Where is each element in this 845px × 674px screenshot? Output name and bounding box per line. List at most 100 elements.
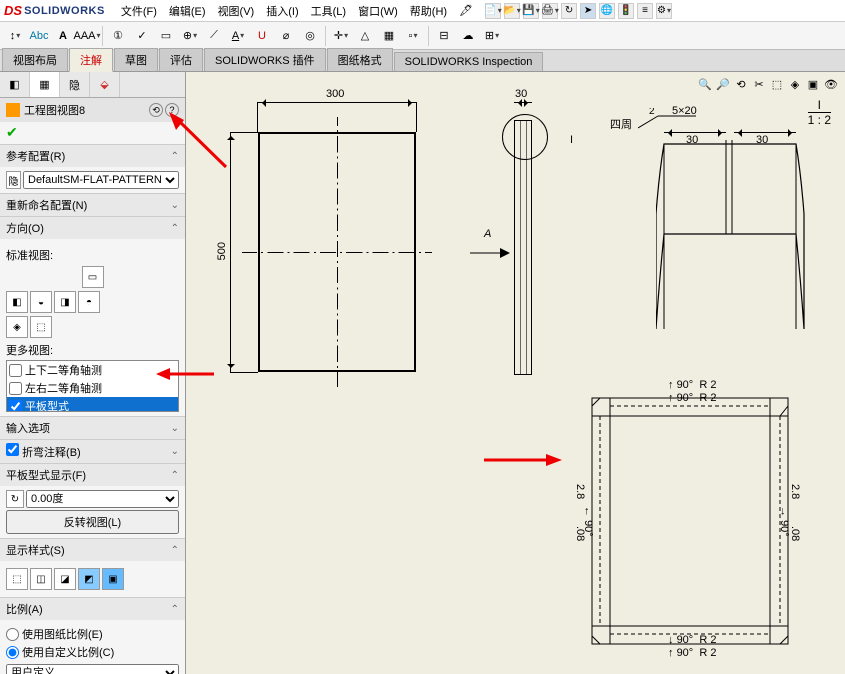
style-shaded-icon[interactable]: ▣ (102, 568, 124, 590)
refresh-icon[interactable]: ↻ (561, 3, 577, 19)
view-right-icon[interactable]: ◨ (54, 291, 76, 313)
prev-view-icon[interactable]: ⟲ (733, 76, 749, 92)
cursor-icon[interactable]: ➤ (580, 3, 596, 19)
angle-select[interactable]: 0.00度 (26, 490, 179, 508)
ok-check-icon[interactable]: ✔ (6, 124, 18, 140)
mv3-checkbox[interactable] (9, 400, 22, 413)
stoplight-icon[interactable]: 🚦 (618, 3, 634, 19)
tab-plugins[interactable]: SOLIDWORKS 插件 (204, 48, 326, 71)
display-style-icon[interactable]: ▣ (805, 76, 821, 92)
rotate-icon[interactable]: ↻ (6, 490, 24, 508)
tab-sheetformat[interactable]: 图纸格式 (327, 48, 393, 71)
auto-balloon-icon[interactable]: ⊕▾ (179, 25, 201, 47)
menu-window[interactable]: 窗口(W) (352, 3, 404, 19)
tab-display-icon[interactable]: ⬙ (90, 72, 120, 97)
tab-inspection[interactable]: SOLIDWORKS Inspection (394, 52, 544, 71)
centerline-icon[interactable]: ⊟ (433, 25, 455, 47)
bend-checkbox[interactable] (6, 443, 19, 456)
tab-config-icon[interactable]: 隐 (60, 72, 90, 97)
detail-view[interactable] (656, 134, 836, 339)
view-dim-icon[interactable]: ⬚ (30, 316, 52, 338)
open-icon[interactable]: 📂▾ (504, 3, 520, 19)
view-bottom-icon[interactable]: ◓ (78, 291, 100, 313)
tab-property-icon[interactable]: ▦ (30, 72, 60, 97)
view-top-icon[interactable]: ◒ (30, 291, 52, 313)
smart-dim-icon[interactable]: ↕▾ (4, 25, 26, 47)
section-rename-config[interactable]: 重新命名配置(N)⌄ (0, 194, 185, 216)
magnet-icon[interactable]: U (251, 25, 273, 47)
3d-view-icon[interactable]: ◈ (787, 76, 803, 92)
datum-target-icon[interactable]: ◎ (299, 25, 321, 47)
balloon-icon[interactable]: ① (107, 25, 129, 47)
revision-icon[interactable]: △ (354, 25, 376, 47)
weld-icon[interactable]: ⟋ (203, 25, 225, 47)
section-bend-notes[interactable]: 折弯注释(B)⌄ (0, 440, 185, 463)
style-wireframe-icon[interactable]: ⬚ (6, 568, 28, 590)
menu-search-icon[interactable]: 🖋 (453, 4, 479, 17)
surface-finish-icon[interactable]: ✓ (131, 25, 153, 47)
view-left-icon[interactable]: ◧ (6, 291, 28, 313)
centermark-icon[interactable]: ✛▾ (330, 25, 352, 47)
section-reference-config[interactable]: 参考配置(R)⌃ (0, 145, 185, 167)
detail-circle[interactable] (502, 114, 548, 160)
section-display-style[interactable]: 显示样式(S)⌃ (0, 539, 185, 561)
view-arrow-a[interactable] (470, 244, 510, 267)
hide-show-icon[interactable]: 👁 (823, 76, 839, 92)
drawing-canvas[interactable]: 🔍 🔎 ⟲ ✂ ⬚ ◈ ▣ 👁 I 1 : 2 300 500 (186, 72, 845, 674)
datum-icon[interactable]: A▾ (227, 25, 249, 47)
spellcheck-icon[interactable]: Abc (28, 25, 50, 47)
view-orient-icon[interactable]: ⬚ (769, 76, 785, 92)
section-input-options[interactable]: 输入选项⌄ (0, 417, 185, 439)
style-hidden-icon[interactable]: ◫ (30, 568, 52, 590)
style-hlr-icon[interactable]: ◪ (54, 568, 76, 590)
scale-preset-select[interactable]: 用户定义 (6, 664, 179, 674)
tab-layout[interactable]: 视图布局 (2, 48, 68, 71)
new-icon[interactable]: 📄▾ (485, 3, 501, 19)
table-icon[interactable]: ⊞▾ (481, 25, 503, 47)
section-view-icon[interactable]: ✂ (751, 76, 767, 92)
annotation-arrow-3 (484, 450, 564, 475)
section-orientation[interactable]: 方向(O)⌃ (0, 217, 185, 239)
scale-sheet-radio[interactable] (6, 628, 19, 641)
scale-custom-radio[interactable] (6, 646, 19, 659)
tab-annotation[interactable]: 注解 (69, 48, 113, 72)
pin-icon[interactable]: ⟲ (149, 103, 163, 117)
hole-callout-icon[interactable]: ⌀ (275, 25, 297, 47)
menu-help[interactable]: 帮助(H) (404, 3, 453, 19)
menu-insert[interactable]: 插入(I) (260, 3, 304, 19)
separator (102, 26, 103, 46)
mv1-checkbox[interactable] (9, 364, 22, 377)
tab-feature-tree-icon[interactable]: ◧ (0, 72, 30, 97)
gtol-icon[interactable]: ▭ (155, 25, 177, 47)
more-views-list[interactable]: 上下二等角轴测 左右二等角轴测 平板型式 (6, 360, 179, 412)
menu-tools[interactable]: 工具(L) (305, 3, 352, 19)
menu-view[interactable]: 视图(V) (212, 3, 261, 19)
mv2-checkbox[interactable] (9, 382, 22, 395)
style-shaded-edges-icon[interactable]: ◩ (78, 568, 100, 590)
revcloud-icon[interactable]: ☁ (457, 25, 479, 47)
reference-config-select[interactable]: DefaultSM-FLAT-PATTERN (23, 171, 179, 189)
section-scale[interactable]: 比例(A)⌃ (0, 598, 185, 620)
view-front-icon[interactable]: ▭ (82, 266, 104, 288)
save-icon[interactable]: 💾▾ (523, 3, 539, 19)
linear-pattern-icon[interactable]: AAA▾ (76, 25, 98, 47)
centerline-v (337, 117, 338, 387)
list-icon[interactable]: ≡ (637, 3, 653, 19)
tab-evaluate[interactable]: 评估 (159, 48, 203, 71)
globe-icon[interactable]: 🌐 (599, 3, 615, 19)
flat-pattern-view[interactable]: ↑ 90° R 2 ↑ 90° R 2 ↓ 90° R 2 ↑ 90° R 2 … (582, 376, 802, 671)
tab-sketch[interactable]: 草图 (114, 48, 158, 71)
print-icon[interactable]: 🖨▾ (542, 3, 558, 19)
block-icon[interactable]: ▫▾ (402, 25, 424, 47)
section-flat-display[interactable]: 平板型式显示(F)⌃ (0, 464, 185, 486)
dim-width[interactable] (258, 102, 416, 110)
zoom-area-icon[interactable]: 🔎 (715, 76, 731, 92)
note-icon[interactable]: A (52, 25, 74, 47)
hatch-icon[interactable]: ▦ (378, 25, 400, 47)
dim-side-w[interactable] (514, 102, 532, 110)
flip-view-button[interactable]: 反转视图(L) (6, 510, 179, 534)
menu-file[interactable]: 文件(F) (115, 3, 163, 19)
settings-icon[interactable]: ⚙▾ (656, 3, 672, 19)
view-iso-icon[interactable]: ◈ (6, 316, 28, 338)
zoom-fit-icon[interactable]: 🔍 (697, 76, 713, 92)
